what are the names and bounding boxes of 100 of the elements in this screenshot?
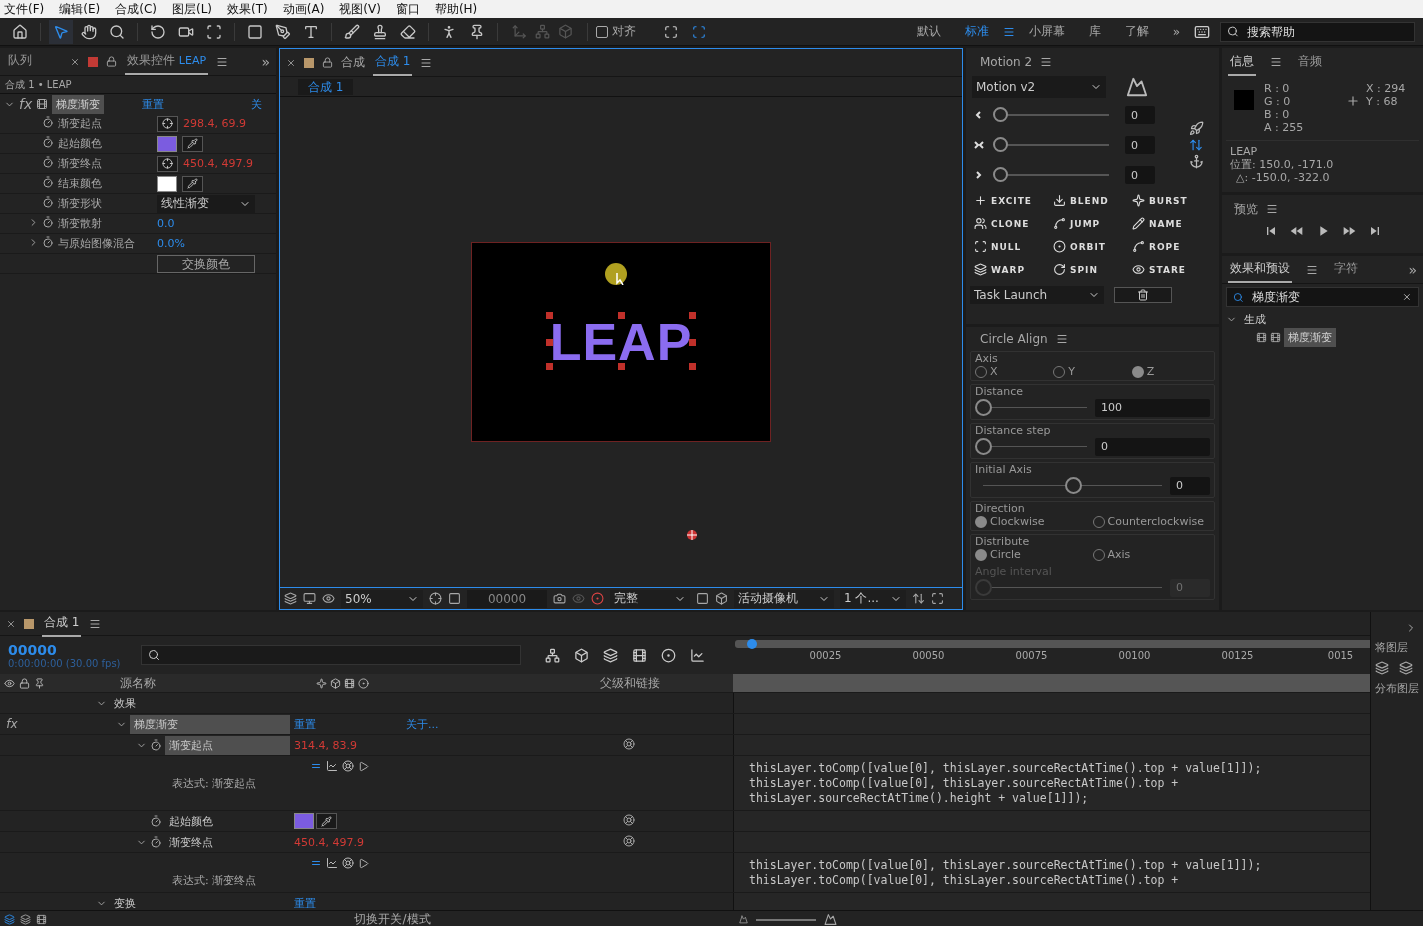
motion-button[interactable]: SPIN xyxy=(1053,263,1132,276)
menu-icon[interactable] xyxy=(216,55,229,68)
layer-property[interactable]: 渐变终点 xyxy=(165,832,290,852)
play-icon[interactable] xyxy=(358,857,369,869)
snapshot-icon[interactable] xyxy=(553,592,566,605)
slider-thumb[interactable] xyxy=(1064,477,1082,494)
number-field[interactable]: 0 xyxy=(1125,106,1155,124)
layer-property[interactable]: 变换 xyxy=(110,893,290,910)
menu-icon[interactable] xyxy=(1306,263,1318,276)
menu-icon[interactable] xyxy=(1055,333,1068,345)
slider-thumb[interactable] xyxy=(993,137,1008,152)
slider-thumb[interactable] xyxy=(975,399,992,416)
radio-button[interactable] xyxy=(1092,515,1105,528)
menu-icon[interactable] xyxy=(420,56,433,69)
menu-item[interactable]: 动画(A) xyxy=(282,0,325,18)
rocket-icon[interactable] xyxy=(1188,121,1204,136)
shy-icon[interactable] xyxy=(602,647,618,663)
panel-tab[interactable]: 队列 xyxy=(6,48,34,75)
menu-item[interactable]: 效果(T) xyxy=(227,0,268,18)
menu-icon[interactable] xyxy=(1040,56,1053,68)
comp-flow-icon[interactable] xyxy=(544,647,560,663)
menu-item[interactable]: 文件(F) xyxy=(4,0,45,18)
tree-item[interactable]: 生成 xyxy=(1240,309,1270,329)
expand-icon[interactable] xyxy=(664,24,678,39)
effect-name[interactable]: 梯度渐变 xyxy=(52,94,105,114)
frame-blend-icon[interactable] xyxy=(631,647,647,663)
region-icon[interactable] xyxy=(696,592,709,605)
timecode[interactable]: 00000 xyxy=(8,641,121,658)
crosshair-button[interactable] xyxy=(157,155,178,172)
monitor-icon[interactable] xyxy=(303,592,316,605)
menu-item[interactable]: 窗口 xyxy=(395,0,420,18)
motion-button[interactable]: EXCITE xyxy=(974,194,1053,207)
radio-button[interactable] xyxy=(975,515,987,528)
color-swatch[interactable] xyxy=(294,813,314,829)
play-icon[interactable] xyxy=(358,760,369,772)
stopwatch-icon[interactable] xyxy=(42,116,54,128)
menu-item[interactable]: 合成(C) xyxy=(115,0,157,18)
workspace-tab[interactable]: 库 xyxy=(1078,23,1111,40)
column-header[interactable]: 源名称 xyxy=(120,674,156,692)
arrow-tool[interactable] xyxy=(49,19,73,44)
radio-button[interactable] xyxy=(975,365,987,378)
layer-property[interactable]: 起始颜色 xyxy=(165,811,290,831)
tree-item[interactable]: 梯度渐变 xyxy=(1284,327,1336,347)
layer-property[interactable]: 梯度渐变 xyxy=(130,714,290,734)
reset-link[interactable]: 重置 xyxy=(294,716,316,732)
panel-tab[interactable]: 合成 1 xyxy=(373,49,413,76)
close-icon[interactable] xyxy=(6,618,16,629)
more-button[interactable]: » xyxy=(1408,261,1417,278)
motion-button[interactable]: BURST xyxy=(1132,194,1211,207)
workspace-tab[interactable]: 了解 xyxy=(1114,23,1159,40)
swap-icon[interactable] xyxy=(1189,138,1203,152)
menu-item[interactable]: 编辑(E) xyxy=(59,0,101,18)
close-icon[interactable] xyxy=(70,56,80,67)
region-icon[interactable] xyxy=(448,592,461,605)
comp-breadcrumb[interactable]: 合成 1 xyxy=(298,79,354,95)
eyedropper-button[interactable] xyxy=(182,135,203,152)
menu-item[interactable]: 帮助(H) xyxy=(434,0,478,18)
number-value[interactable]: 0.0% xyxy=(157,237,185,250)
work-area-handle[interactable] xyxy=(747,639,757,649)
about-link[interactable]: 关于... xyxy=(406,716,439,732)
zoom-out-icon[interactable] xyxy=(739,915,748,924)
color-channels-icon[interactable] xyxy=(591,592,604,605)
trash-button[interactable] xyxy=(1114,287,1172,303)
more-button[interactable]: » xyxy=(261,53,270,70)
close-icon[interactable] xyxy=(1402,291,1412,303)
motion-button[interactable]: ROPE xyxy=(1132,240,1211,253)
motion-button[interactable]: JUMP xyxy=(1053,217,1132,230)
slider-thumb[interactable] xyxy=(975,438,992,455)
radio-button[interactable] xyxy=(1131,365,1144,378)
film-icon[interactable] xyxy=(36,914,47,925)
search-field[interactable]: 梯度渐变 xyxy=(1249,289,1397,305)
number-value[interactable]: 0.0 xyxy=(157,217,175,230)
motion-blur-icon[interactable] xyxy=(660,647,676,663)
quality-dropdown[interactable]: 完整 xyxy=(610,589,690,608)
workspace-tab[interactable]: 默认 xyxy=(906,23,951,40)
preset-dropdown[interactable]: Motion v2 xyxy=(972,76,1106,98)
crosshair-button[interactable] xyxy=(157,115,178,132)
align-icon[interactable] xyxy=(1399,661,1413,675)
layers-icon[interactable] xyxy=(4,914,15,925)
timecode-field[interactable]: 00000 xyxy=(467,589,547,608)
panel-tab[interactable]: 字符 xyxy=(1332,256,1360,283)
motion-button[interactable]: NAME xyxy=(1132,217,1211,230)
align-icon[interactable] xyxy=(1375,661,1389,675)
task-dropdown[interactable]: Task Launch xyxy=(970,286,1104,304)
stopwatch-icon[interactable] xyxy=(150,836,162,848)
stopwatch-icon[interactable] xyxy=(42,176,54,188)
lock-icon[interactable] xyxy=(106,56,117,67)
layer-property[interactable]: 渐变起点 xyxy=(165,735,290,755)
motion-button[interactable]: CLONE xyxy=(974,217,1053,230)
keyboard-icon[interactable] xyxy=(1194,23,1210,40)
shape-dropdown[interactable]: 线性渐变 xyxy=(157,194,255,213)
number-field[interactable]: 100 xyxy=(1095,398,1210,417)
panel-tab[interactable]: 音频 xyxy=(1296,48,1324,76)
graph-icon[interactable] xyxy=(326,857,338,869)
menu-icon[interactable] xyxy=(89,617,102,630)
motion-button[interactable]: ORBIT xyxy=(1053,240,1132,253)
about-link[interactable]: 关 xyxy=(251,96,262,112)
motion-button[interactable]: STARE xyxy=(1132,263,1211,276)
frame-icon[interactable] xyxy=(692,24,706,39)
stopwatch-icon[interactable] xyxy=(42,156,54,168)
